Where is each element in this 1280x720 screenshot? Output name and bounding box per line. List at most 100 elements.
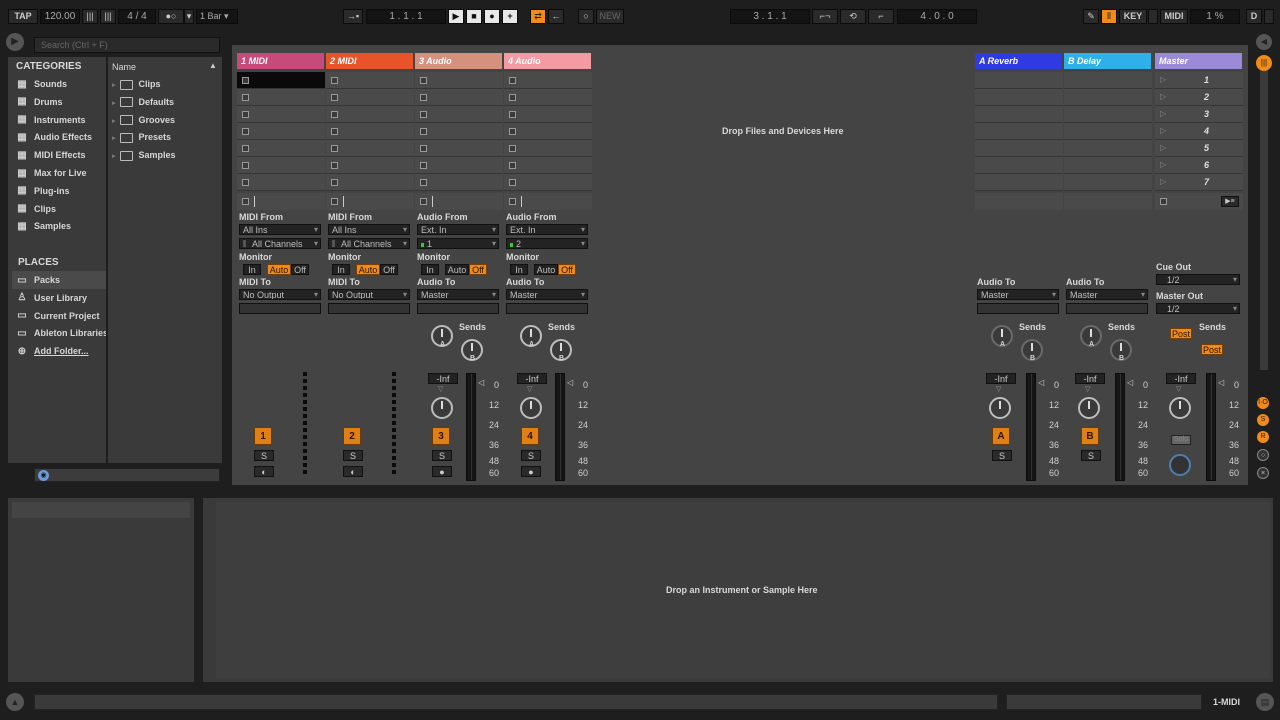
clip-slot[interactable] xyxy=(504,123,592,140)
monitor-auto-button[interactable]: Auto xyxy=(445,264,469,275)
clip-slot[interactable] xyxy=(1064,157,1152,174)
follow-icon[interactable]: →▪ xyxy=(343,9,363,24)
session-arrangement-switch-icon[interactable]: ||| xyxy=(1256,55,1272,71)
expand-arrow-icon[interactable]: ▸ xyxy=(112,100,116,107)
monitor-in-button[interactable]: In xyxy=(243,264,261,275)
volume-fader-arrow-icon[interactable]: ▽ xyxy=(1176,385,1181,393)
stop-clips-icon[interactable] xyxy=(331,198,338,205)
input-type-dropdown[interactable]: All Ins xyxy=(239,224,321,235)
volume-fader-arrow-icon[interactable]: ▽ xyxy=(527,385,532,393)
clip-slot[interactable] xyxy=(504,157,592,174)
clip-slot[interactable] xyxy=(237,174,325,191)
solo-button[interactable]: S xyxy=(432,450,452,461)
scene-launch[interactable]: ▷ 6 xyxy=(1155,157,1243,174)
monitor-auto-button[interactable]: Auto xyxy=(534,264,558,275)
clip-slot[interactable] xyxy=(1064,89,1152,106)
track-header-4-audio[interactable]: 4 Audio xyxy=(504,53,591,69)
scene-launch[interactable]: ▷ 4 xyxy=(1155,123,1243,140)
master-volume-field[interactable]: -Inf xyxy=(1166,373,1196,384)
clip-stop-button-icon[interactable] xyxy=(331,145,338,152)
stop-all-clips-icon[interactable] xyxy=(1160,198,1167,205)
return-activator-button[interactable]: B xyxy=(1081,427,1099,445)
volume-fader-arrow-icon[interactable]: ▽ xyxy=(1085,385,1090,393)
clip-stop-button-icon[interactable] xyxy=(420,179,427,186)
post-send-a-button[interactable]: Post xyxy=(1170,328,1192,339)
output-channel-field[interactable] xyxy=(506,303,588,314)
tap-tempo-button[interactable]: TAP xyxy=(8,9,38,24)
io-toggle-icon[interactable]: I·O xyxy=(1257,397,1269,409)
clip-stop-button-icon[interactable] xyxy=(242,111,249,118)
clip-slot[interactable] xyxy=(415,140,503,157)
folder-item[interactable]: ▸ Grooves xyxy=(112,111,220,129)
track-header-1-midi[interactable]: 1 MIDI xyxy=(237,53,324,69)
browser-toggle-icon[interactable]: ▶ xyxy=(6,33,24,51)
clip-slot[interactable] xyxy=(237,157,325,174)
input-type-dropdown[interactable]: Ext. In xyxy=(506,224,588,235)
category-item[interactable]: ▦ Audio Effects xyxy=(12,128,106,146)
name-column-header[interactable]: Name xyxy=(112,62,136,72)
post-send-b-button[interactable]: Post xyxy=(1201,344,1223,355)
punch-out-icon[interactable]: ⌐ xyxy=(868,9,894,24)
monitor-auto-button[interactable]: Auto xyxy=(356,264,380,275)
stop-clips-icon[interactable] xyxy=(509,198,516,205)
clip-slot[interactable] xyxy=(415,106,503,123)
input-channel-dropdown[interactable]: 1 xyxy=(417,238,499,249)
category-item[interactable]: ▦ MIDI Effects xyxy=(12,146,106,164)
clip-stop-button-icon[interactable] xyxy=(509,162,516,169)
solo-button[interactable]: S xyxy=(521,450,541,461)
computer-keyboard-icon[interactable]: ⦀ xyxy=(1101,9,1117,24)
clip-slot[interactable] xyxy=(326,89,414,106)
clip-stop-button-icon[interactable] xyxy=(420,128,427,135)
clip-slot[interactable] xyxy=(975,174,1063,191)
fader-arrow-icon[interactable]: ◁ xyxy=(567,378,573,387)
solo-button[interactable]: S xyxy=(343,450,363,461)
clip-stop-button-icon[interactable] xyxy=(242,77,249,84)
solo-button[interactable]: S xyxy=(254,450,274,461)
song-position-field[interactable]: 1 . 1 . 1 xyxy=(366,9,446,24)
monitor-off-button[interactable]: Off xyxy=(380,264,398,275)
clip-slot[interactable] xyxy=(237,123,325,140)
arm-button[interactable]: ● xyxy=(521,466,541,477)
clip-slot[interactable] xyxy=(975,72,1063,89)
volume-fader-arrow-icon[interactable]: ▽ xyxy=(438,385,443,393)
clip-slot[interactable] xyxy=(415,123,503,140)
clip-stop-button-icon[interactable] xyxy=(242,179,249,186)
place-item[interactable]: ♙ User Library xyxy=(12,289,106,307)
output-channel-field[interactable] xyxy=(239,303,321,314)
stop-icon[interactable]: ■ xyxy=(466,9,482,24)
clip-slot[interactable] xyxy=(326,123,414,140)
preview-icon[interactable]: ◉ xyxy=(38,470,49,481)
fader-arrow-icon[interactable]: ◁ xyxy=(1038,378,1044,387)
clip-stop-button-icon[interactable] xyxy=(420,77,427,84)
scene-launch[interactable]: ▷ 3 xyxy=(1155,106,1243,123)
clip-stop-button-icon[interactable] xyxy=(331,94,338,101)
stop-clips-icon[interactable] xyxy=(242,198,249,205)
record-icon[interactable]: ● xyxy=(484,9,500,24)
track-activator-button[interactable]: 4 xyxy=(521,427,539,445)
monitor-off-button[interactable]: Off xyxy=(558,264,576,275)
fader-arrow-icon[interactable]: ◁ xyxy=(1127,378,1133,387)
track-header-3-audio[interactable]: 3 Audio xyxy=(415,53,502,69)
key-map-button[interactable]: KEY xyxy=(1119,9,1147,24)
output-channel-field[interactable] xyxy=(1066,303,1148,314)
clip-slot[interactable] xyxy=(237,106,325,123)
automation-arm-icon[interactable]: ⇄ xyxy=(530,9,546,24)
category-item[interactable]: ▦ Instruments xyxy=(12,111,106,129)
clip-stop-button-icon[interactable] xyxy=(420,111,427,118)
clip-slot[interactable] xyxy=(415,157,503,174)
input-channel-dropdown[interactable]: 2 xyxy=(506,238,588,249)
track-activator-button[interactable]: 1 xyxy=(254,427,272,445)
metronome-dropdown-icon[interactable]: ▾ xyxy=(184,9,194,24)
clip-stop-button-icon[interactable] xyxy=(420,162,427,169)
clip-stop-button-icon[interactable] xyxy=(420,145,427,152)
clip-stop-button-icon[interactable] xyxy=(242,94,249,101)
clip-stop-button-icon[interactable] xyxy=(331,179,338,186)
clip-slot[interactable] xyxy=(326,157,414,174)
scene-launch[interactable]: ▷ 1 xyxy=(1155,72,1243,89)
place-item[interactable]: ▭ Current Project xyxy=(12,307,106,325)
play-icon[interactable]: ▶ xyxy=(448,9,464,24)
scene-play-icon[interactable]: ▷ xyxy=(1160,177,1166,186)
clip-stop-button-icon[interactable] xyxy=(509,145,516,152)
monitor-in-button[interactable]: In xyxy=(510,264,528,275)
clip-stop-button-icon[interactable] xyxy=(420,94,427,101)
